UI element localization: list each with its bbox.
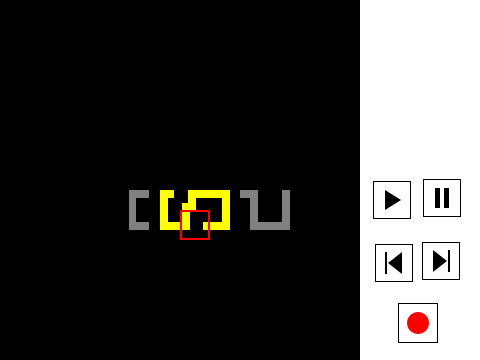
board-canvas: [129, 190, 290, 240]
step-back-icon: [385, 252, 402, 274]
play-icon: [385, 190, 401, 210]
step-forward-button[interactable]: [422, 242, 460, 280]
record-button[interactable]: [398, 303, 438, 343]
pause-icon: [435, 188, 449, 208]
play-button[interactable]: [373, 181, 411, 219]
game-board[interactable]: [0, 0, 360, 360]
piece-left-bracket[interactable]: [129, 190, 149, 230]
record-icon: [407, 312, 429, 334]
step-forward-icon: [433, 250, 450, 272]
step-back-button[interactable]: [375, 244, 413, 282]
control-panel: [360, 0, 480, 360]
pause-button[interactable]: [423, 179, 461, 217]
